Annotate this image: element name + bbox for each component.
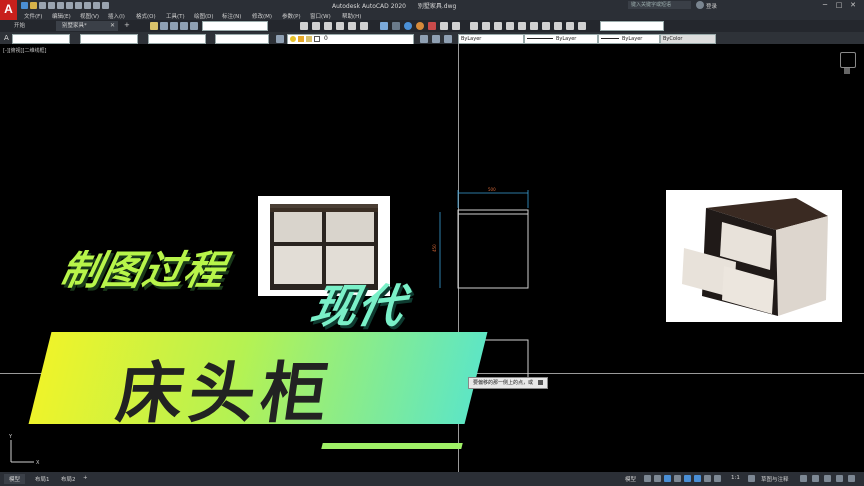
customize-icon[interactable]	[848, 475, 855, 482]
annotation-scale[interactable]: 1:1	[726, 474, 745, 482]
transparency-icon[interactable]	[714, 475, 721, 482]
command-tooltip-text: 要偏移的那一侧上的点，或	[473, 380, 534, 386]
ortho-icon[interactable]	[664, 475, 671, 482]
ucs-icon	[10, 440, 34, 463]
tooltip-arrow-icon	[537, 380, 543, 385]
overlay-subtitle-modern: 现代	[305, 279, 410, 333]
tab-model[interactable]: 模型	[4, 474, 26, 484]
nightstand-angled-illustration	[682, 198, 828, 316]
tab-layout1[interactable]: 布局1	[30, 474, 55, 484]
overlay-main-title: 床头柜	[111, 355, 339, 432]
cabinet-front-outline	[457, 209, 529, 289]
hardware-accel-icon[interactable]	[824, 475, 831, 482]
overlay-subtitle-process: 制图过程	[56, 248, 231, 294]
grid-icon[interactable]	[644, 475, 651, 482]
plus-icon[interactable]	[800, 475, 807, 482]
clean-screen-icon[interactable]	[836, 475, 843, 482]
dim-width-text: 500	[488, 187, 496, 192]
osnap-icon[interactable]	[684, 475, 691, 482]
dim-height-text: 450	[432, 244, 437, 252]
svg-text:Y: Y	[8, 434, 13, 440]
command-tooltip: 要偏移的那一侧上的点，或	[468, 377, 548, 389]
isolate-icon[interactable]	[812, 475, 819, 482]
model-space-button[interactable]: 模型	[620, 474, 641, 484]
otrack-icon[interactable]	[694, 475, 701, 482]
snap-icon[interactable]	[654, 475, 661, 482]
svg-text:X: X	[36, 460, 40, 466]
polar-icon[interactable]	[674, 475, 681, 482]
tab-layout2[interactable]: 布局2	[56, 474, 81, 484]
add-layout-button[interactable]: +	[78, 474, 93, 482]
reference-photo-angled	[666, 190, 842, 322]
gear-icon[interactable]	[748, 475, 755, 482]
workspace-switch[interactable]: 草图与注释	[756, 474, 794, 484]
lineweight-toggle-icon[interactable]	[704, 475, 711, 482]
accent-underline	[321, 443, 463, 449]
